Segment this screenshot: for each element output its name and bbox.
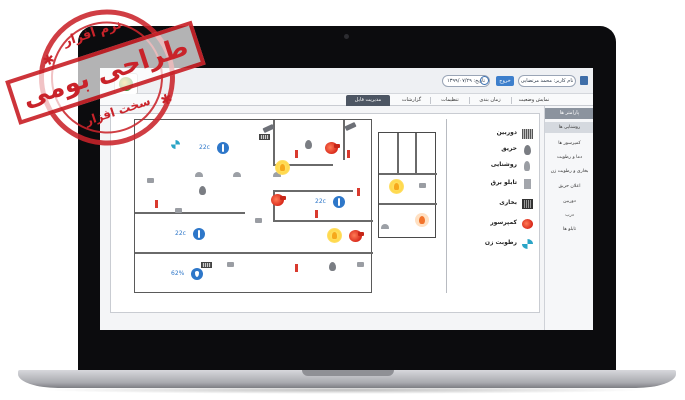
heater-icon <box>522 199 533 209</box>
wall <box>415 133 417 173</box>
legend-label: حریق <box>501 145 517 152</box>
sidebar-item-compressors[interactable]: کمپرسور ها <box>545 138 593 149</box>
legend-label: کمپرسور <box>490 219 517 226</box>
compressor-icon[interactable] <box>271 194 286 206</box>
sensor-device[interactable] <box>255 218 262 223</box>
wall <box>379 173 437 175</box>
sensor-device[interactable] <box>227 262 234 267</box>
sensor-device[interactable] <box>175 208 182 213</box>
photo-stage: تاریخ: ۱۳۹۹/۰۷/۲۹ خروج نام کاربر: محمد م… <box>0 0 685 400</box>
tab-status[interactable]: نمایش وضعیت <box>514 95 554 106</box>
thermometer-icon[interactable] <box>193 228 205 240</box>
tab-settings[interactable]: تنظیمات <box>433 95 467 106</box>
compressor-icon[interactable] <box>349 230 364 242</box>
fire-icon <box>524 145 531 155</box>
laptop-base <box>18 370 676 388</box>
user-display: نام کاربر: محمد مرتضایی <box>518 75 576 87</box>
smoke-detector-icon <box>233 172 241 177</box>
map-legend: دوربین حریق روشنایی تابلو برق بخاری کمپر… <box>446 119 536 293</box>
tab-separator <box>511 97 512 104</box>
sensor-device[interactable] <box>419 183 426 188</box>
fire-sensor-icon[interactable] <box>329 262 336 271</box>
webcam <box>344 34 349 39</box>
humidifier-icon[interactable] <box>171 140 180 149</box>
sidebar-item-temp-humidity[interactable]: دما و رطوبت <box>545 152 593 163</box>
wall <box>397 133 399 173</box>
legend-label: تابلو برق <box>490 179 517 186</box>
alarm-marker <box>155 200 158 208</box>
panel-icon <box>524 179 531 189</box>
legend-row: بخاری <box>451 197 533 211</box>
sidebar-item-camera[interactable]: دوربین <box>545 196 593 207</box>
clock-icon <box>480 76 489 85</box>
legend-label: روشنایی <box>490 161 517 168</box>
wall <box>273 190 353 192</box>
compressor-icon <box>522 219 533 229</box>
sidebar-item-lighting[interactable]: روشنایی ها <box>545 122 593 133</box>
lightbulb-icon[interactable] <box>389 179 404 194</box>
legend-label: بخاری <box>499 199 517 206</box>
floorplan-main: 22c 22c 22c 62% <box>134 119 389 293</box>
sidebar-heading: پارامتر ها <box>545 108 593 119</box>
alarm-marker <box>357 188 360 196</box>
tab-schedule[interactable]: زمان بندی <box>472 95 508 106</box>
logout-button[interactable]: خروج <box>496 76 514 86</box>
thermometer-icon[interactable] <box>333 196 345 208</box>
tab-separator <box>430 97 431 104</box>
sidebar-item-door[interactable]: درب <box>545 210 593 221</box>
thermometer-icon[interactable] <box>217 142 229 154</box>
temperature-reading: 22c <box>315 198 326 205</box>
legend-label: دوربین <box>496 129 517 136</box>
legend-row: کمپرسور <box>451 217 533 231</box>
alarm-marker <box>295 150 298 158</box>
lightbulb-icon[interactable] <box>327 228 342 243</box>
temperature-reading: 22c <box>199 144 210 151</box>
fire-sensor-icon[interactable] <box>199 186 206 195</box>
smoke-detector-icon <box>195 172 203 177</box>
camera-icon[interactable] <box>344 121 357 132</box>
sidebar-item-fire-alarm[interactable]: اعلان حریق <box>545 181 593 192</box>
sensor-device[interactable] <box>147 178 154 183</box>
alarm-marker <box>347 150 350 158</box>
sidebar-item-panels[interactable]: تابلو ها <box>545 224 593 235</box>
sidebar-item-heater-humidifier[interactable]: بخاری و رطوبت زن <box>545 166 593 177</box>
fire-sensor-icon[interactable] <box>305 140 312 149</box>
legend-row: رطوبت زن <box>451 237 533 251</box>
laptop-notch <box>302 370 394 376</box>
bulb-icon <box>524 161 530 171</box>
temperature-reading: 22c <box>175 230 186 237</box>
wall <box>273 220 373 222</box>
alarm-marker <box>315 210 318 218</box>
home-icon[interactable] <box>580 76 588 85</box>
heater-icon[interactable] <box>259 134 270 140</box>
humidity-reading: 62% <box>171 270 185 277</box>
legend-row: دوربین <box>451 127 533 141</box>
legend-label: رطوبت زن <box>484 239 517 246</box>
tab-reports[interactable]: گزارشات <box>395 95 428 106</box>
lightbulb-icon[interactable] <box>275 160 290 175</box>
camera-icon <box>522 129 533 139</box>
sensor-device[interactable] <box>357 262 364 267</box>
wall <box>379 203 437 205</box>
panel-icon[interactable] <box>201 262 212 268</box>
fire-alarm-icon[interactable] <box>415 213 429 227</box>
humidifier-icon <box>522 239 533 249</box>
wall <box>135 212 245 214</box>
wall <box>135 252 373 254</box>
legend-row: تابلو برق <box>451 177 533 191</box>
compressor-icon[interactable] <box>325 142 340 154</box>
legend-row: حریق <box>451 143 533 157</box>
parameters-sidebar: پارامتر ها روشنایی ها کمپرسور ها دما و ر… <box>544 106 593 330</box>
floorplan-canvas: 22c 22c 22c 62% دوربین حریق روشنایی تابل… <box>110 113 540 313</box>
legend-row: روشنایی <box>451 159 533 173</box>
tab-file-management[interactable]: مدیریت فایل <box>346 95 390 106</box>
humidity-icon[interactable] <box>191 268 203 280</box>
alarm-marker <box>295 264 298 272</box>
tab-separator <box>469 97 470 104</box>
floorplan-room <box>378 132 437 238</box>
